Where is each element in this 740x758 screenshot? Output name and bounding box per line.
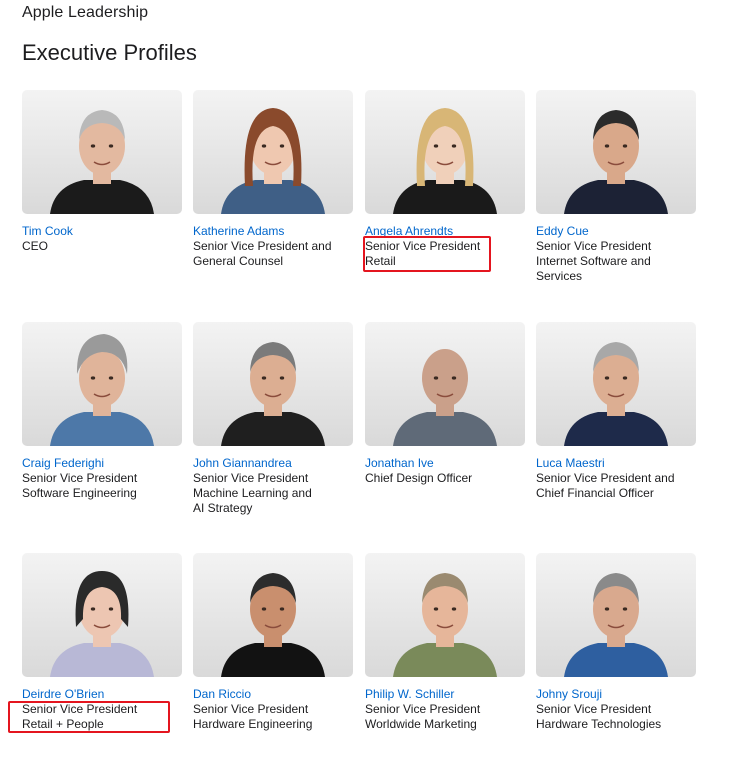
executive-name-link[interactable]: Angela Ahrendts	[365, 224, 525, 239]
executive-name-link[interactable]: Craig Federighi	[22, 456, 182, 471]
executive-title-line: Senior Vice President and	[193, 239, 332, 253]
portrait-illustration	[564, 342, 668, 446]
executive-name-link[interactable]: Eddy Cue	[536, 224, 696, 239]
executive-photo[interactable]	[22, 553, 182, 677]
portrait-illustration	[393, 349, 497, 446]
executive-card: Tim Cook CEO	[22, 90, 182, 254]
executive-card: Eddy Cue Senior Vice President Internet So…	[536, 90, 696, 284]
executive-photo[interactable]	[365, 322, 525, 446]
portrait-illustration	[393, 573, 497, 677]
portrait-illustration	[221, 342, 325, 446]
executive-title-line: Hardware Technologies	[536, 717, 662, 731]
executive-title-line: Retail	[365, 254, 396, 268]
executive-card: Craig Federighi Senior Vice President Soft…	[22, 322, 182, 501]
executive-name-link[interactable]: Dan Riccio	[193, 687, 353, 702]
executive-title-line: Senior Vice President	[536, 239, 652, 253]
executive-photo[interactable]	[22, 322, 182, 446]
portrait-illustration	[221, 108, 325, 214]
executive-card: Dan Riccio Senior Vice President Hardware …	[193, 553, 353, 732]
executive-name-link[interactable]: Tim Cook	[22, 224, 182, 239]
executive-name-link[interactable]: Luca Maestri	[536, 456, 696, 471]
executive-title-line: Senior Vice President and	[536, 471, 675, 485]
executive-title-line: Machine Learning and	[193, 486, 312, 500]
executive-name-link[interactable]: Philip W. Schiller	[365, 687, 525, 702]
executive-title-line: Chief Financial Officer	[536, 486, 654, 500]
executive-photo[interactable]	[365, 90, 525, 214]
executive-title-line: Hardware Engineering	[193, 717, 313, 731]
portrait-illustration	[50, 571, 154, 677]
executive-name-link[interactable]: Johny Srouji	[536, 687, 696, 702]
executive-card: Johny Srouji Senior Vice President Hardwar…	[536, 553, 696, 732]
page-title: Executive Profiles	[22, 40, 197, 65]
executive-title-line: Worldwide Marketing	[365, 717, 477, 731]
portrait-illustration	[50, 110, 154, 214]
executive-photo[interactable]	[22, 90, 182, 214]
executive-photo[interactable]	[536, 553, 696, 677]
executive-title-line: Senior Vice President	[22, 702, 138, 716]
executive-name-link[interactable]: Deirdre O'Brien	[22, 687, 182, 702]
portrait-illustration	[393, 108, 497, 214]
executive-name-link[interactable]: John Giannandrea	[193, 456, 353, 471]
executive-photo[interactable]	[536, 322, 696, 446]
executive-card: Deirdre O'Brien Senior Vice President Reta…	[22, 553, 182, 732]
executive-name-link[interactable]: Jonathan Ive	[365, 456, 525, 471]
executive-title-line: Senior Vice President	[193, 702, 309, 716]
executive-photo[interactable]	[536, 90, 696, 214]
executive-card: Luca Maestri Senior Vice President and Chi…	[536, 322, 696, 501]
executive-title-line: Services	[536, 269, 583, 283]
brand-title[interactable]: Apple Leadership	[22, 4, 148, 22]
executive-name-link[interactable]: Katherine Adams	[193, 224, 353, 239]
executive-title-line: Internet Software and	[536, 254, 651, 268]
portrait-illustration	[221, 573, 325, 677]
executive-title-line: Senior Vice President	[193, 471, 309, 485]
portrait-illustration	[564, 573, 668, 677]
executive-card: Katherine Adams Senior Vice President and…	[193, 90, 353, 269]
executive-photo[interactable]	[193, 322, 353, 446]
executive-card: Jonathan Ive Chief Design Officer	[365, 322, 525, 486]
executive-title-line: Senior Vice President	[365, 239, 481, 253]
portrait-illustration	[564, 110, 668, 214]
executive-photo[interactable]	[193, 90, 353, 214]
executive-title-line: Senior Vice President	[365, 702, 481, 716]
portrait-illustration	[50, 334, 154, 446]
executive-photo[interactable]	[365, 553, 525, 677]
executive-title-line: Retail + People	[22, 717, 104, 731]
executive-card: Philip W. Schiller Senior Vice President W…	[365, 553, 525, 732]
executive-title-line: AI Strategy	[193, 501, 253, 515]
executive-title-line: Senior Vice President	[536, 702, 652, 716]
executive-title-line: General Counsel	[193, 254, 284, 268]
executive-photo[interactable]	[193, 553, 353, 677]
executive-title-line: Chief Design Officer	[365, 471, 473, 485]
executive-title-line: Senior Vice President	[22, 471, 138, 485]
executive-title-line: CEO	[22, 239, 49, 253]
executive-title-line: Software Engineering	[22, 486, 137, 500]
executive-card: John Giannandrea Senior Vice President Mac…	[193, 322, 353, 516]
executive-card: Angela Ahrendts Senior Vice President Reta…	[365, 90, 525, 269]
